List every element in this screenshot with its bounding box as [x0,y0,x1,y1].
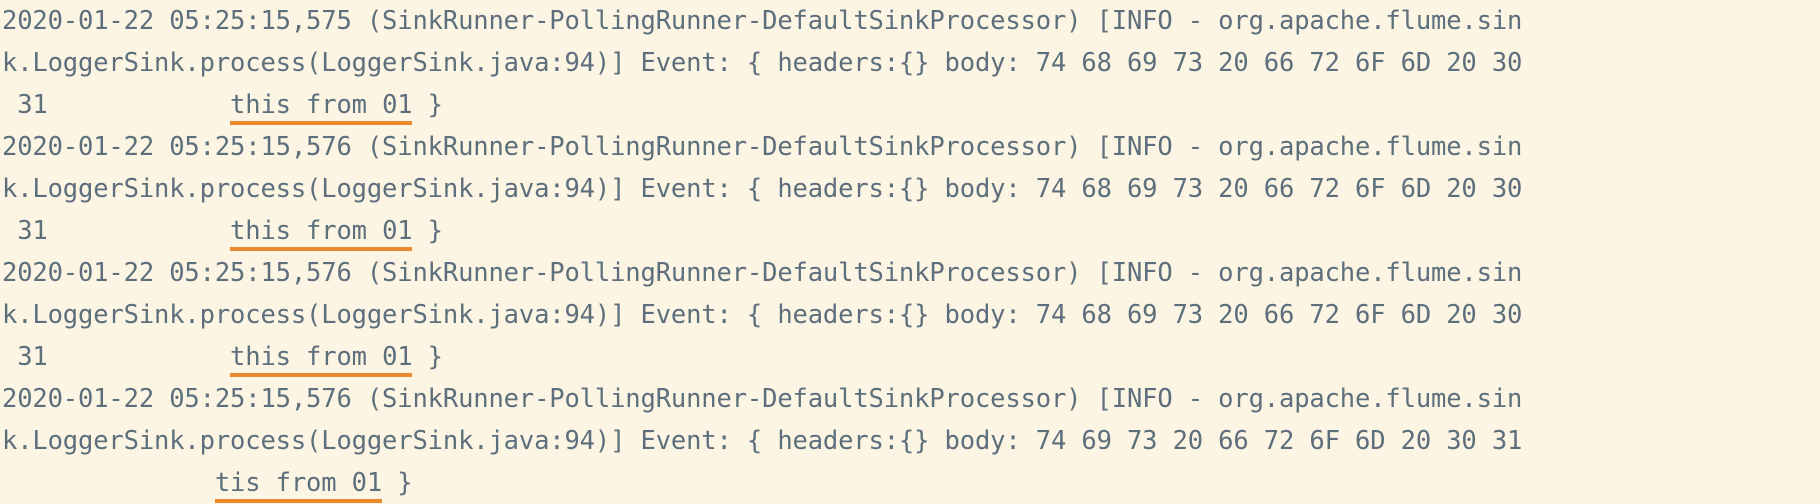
body-hex-tail: 31 [2,90,231,120]
log-line-continuation: k.LoggerSink.process(LoggerSink.java:94)… [2,426,1523,456]
log-line-header: 2020-01-22 05:25:15,576 (SinkRunner-Poll… [2,132,1523,162]
body-closing-brace: } [412,342,443,372]
body-hex-tail: 31 [2,216,231,246]
log-entry: 2020-01-22 05:25:15,576 (SinkRunner-Poll… [0,252,1820,378]
log-line-header: 2020-01-22 05:25:15,575 (SinkRunner-Poll… [2,6,1523,36]
log-line-header: 2020-01-22 05:25:15,576 (SinkRunner-Poll… [2,384,1523,414]
body-closing-brace: } [412,90,443,120]
body-hex-tail [2,468,215,498]
log-line-body: tis from 01 } [0,462,1820,504]
log-entry: 2020-01-22 05:25:15,576 (SinkRunner-Poll… [0,378,1820,504]
log-entry: 2020-01-22 05:25:15,576 (SinkRunner-Poll… [0,126,1820,252]
decoded-body-highlight: tis from 01 [214,468,382,503]
log-line-continuation: k.LoggerSink.process(LoggerSink.java:94)… [2,174,1523,204]
body-closing-brace: } [382,468,413,498]
body-closing-brace: } [412,216,443,246]
log-line-body: 31 this from 01 } [0,84,1820,126]
body-hex-tail: 31 [2,342,231,372]
log-line-body: 31 this from 01 } [0,210,1820,252]
log-line-continuation: k.LoggerSink.process(LoggerSink.java:94)… [2,300,1523,330]
log-line-header: 2020-01-22 05:25:15,576 (SinkRunner-Poll… [2,258,1523,288]
decoded-body-highlight: this from 01 [230,216,413,251]
log-entry: 2020-01-22 05:25:15,575 (SinkRunner-Poll… [0,0,1820,126]
decoded-body-highlight: this from 01 [230,342,413,377]
log-console[interactable]: 2020-01-22 05:25:15,575 (SinkRunner-Poll… [0,0,1820,504]
log-line-continuation: k.LoggerSink.process(LoggerSink.java:94)… [2,48,1523,78]
log-line-body: 31 this from 01 } [0,336,1820,378]
decoded-body-highlight: this from 01 [230,90,413,125]
